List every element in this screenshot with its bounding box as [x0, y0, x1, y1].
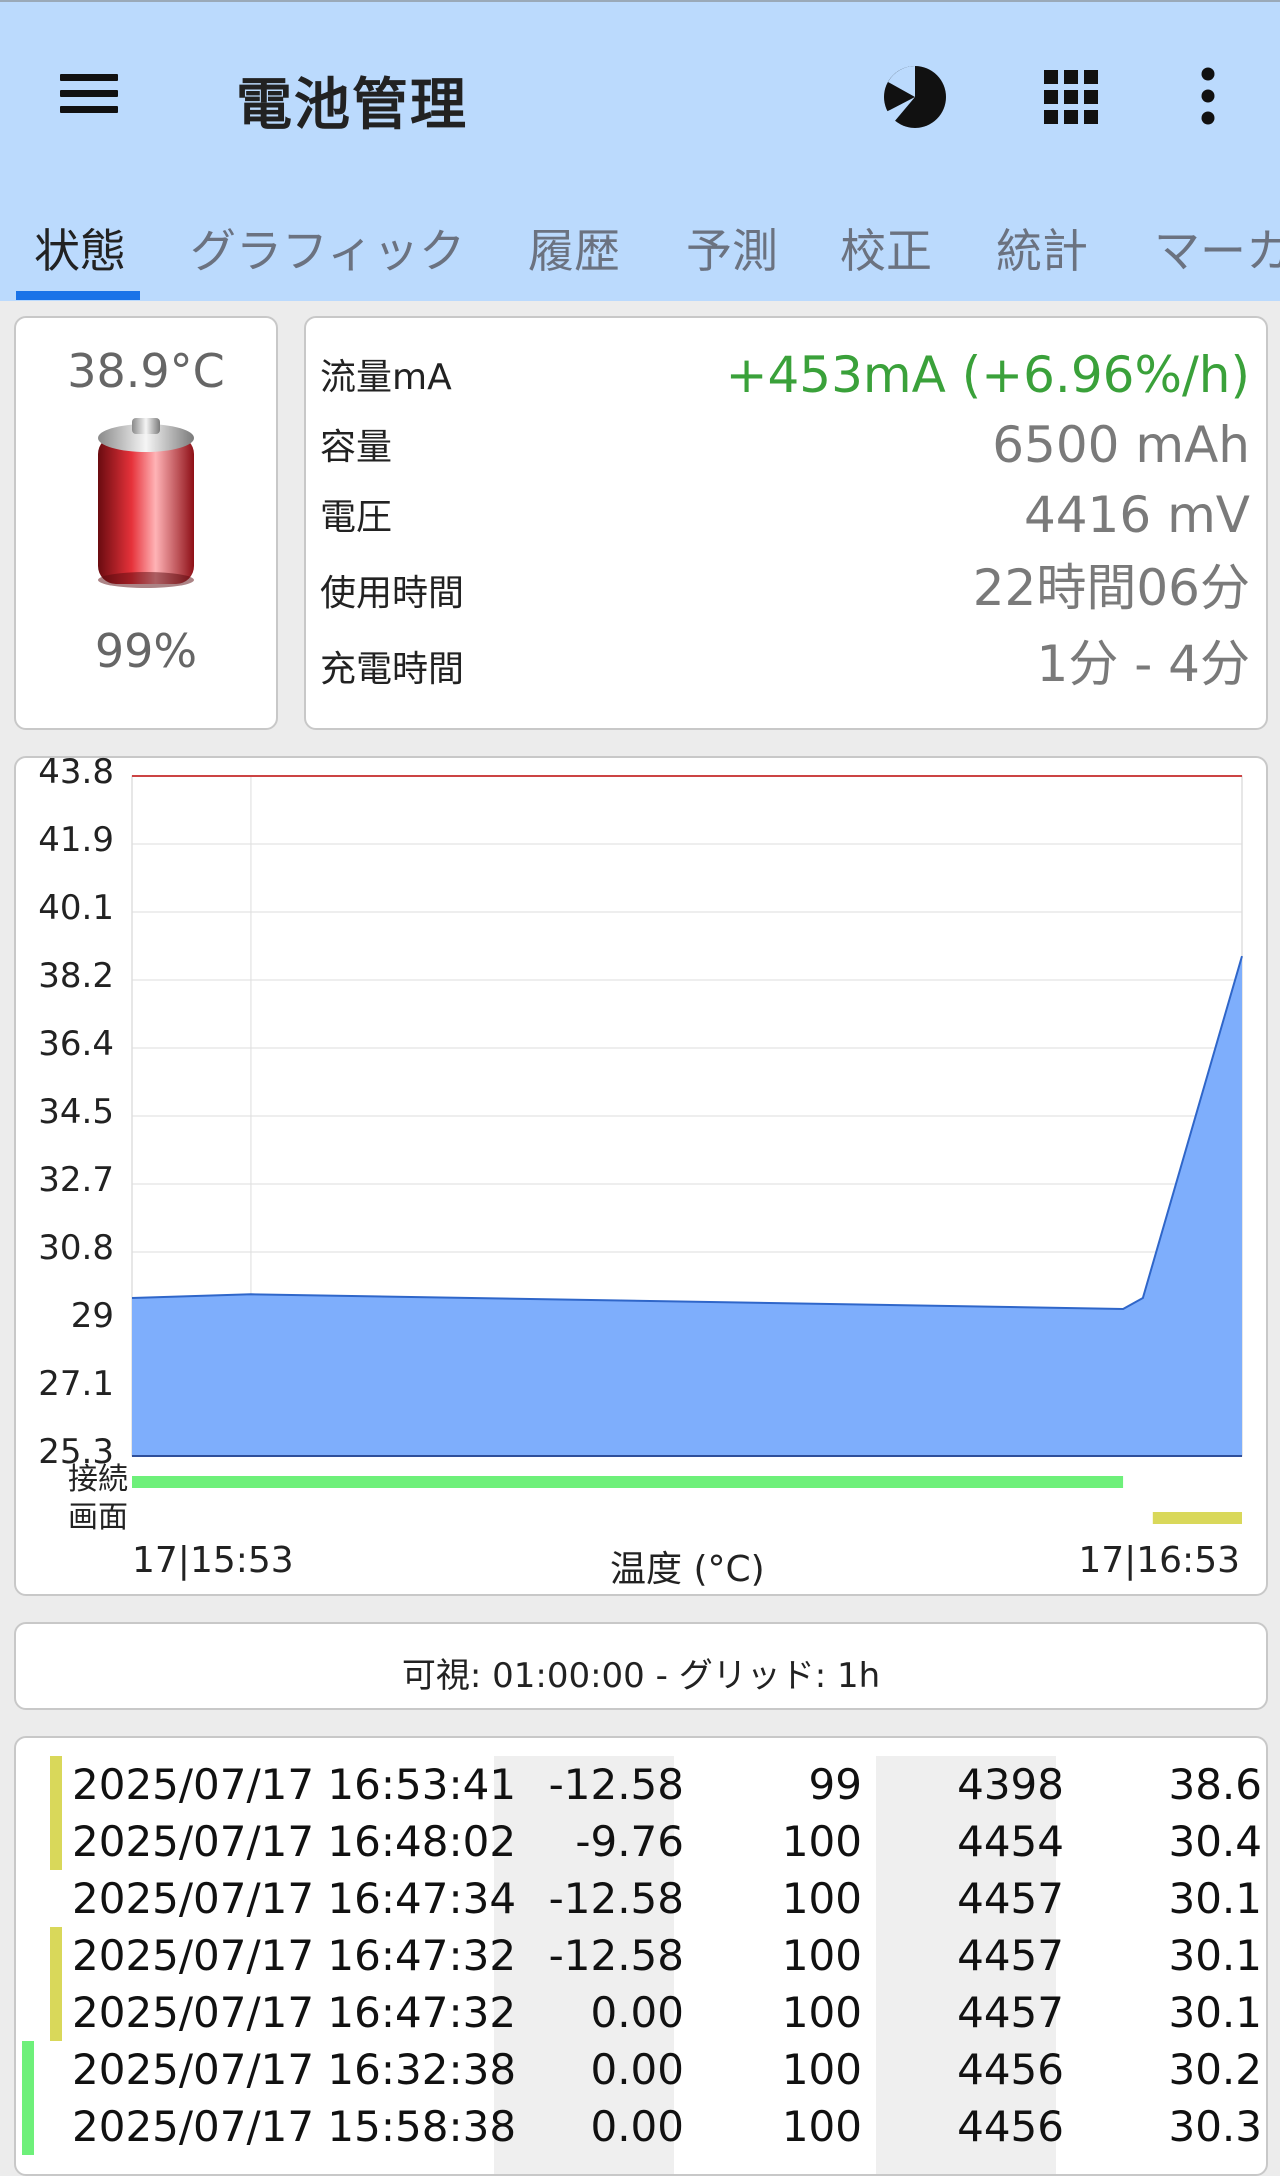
tab-bar: 状態 グラフィック 履歴 予測 校正 統計 マーカ [0, 183, 1280, 301]
log-voltage: 4456 [957, 2045, 1064, 2094]
log-temperature: 30.2 [1168, 2045, 1262, 2094]
log-datetime: 2025/07/17 15:58:38 [72, 2102, 517, 2151]
log-voltage: 4456 [957, 2102, 1064, 2151]
info-card: 流量mA +453mA (+6.96%/h) 容量 6500 mAh 電圧 44… [304, 316, 1268, 730]
log-datetime: 2025/07/17 16:32:38 [72, 2045, 517, 2094]
log-level: 99 [808, 1760, 862, 1809]
log-current: -12.58 [548, 1931, 684, 1980]
log-row-marker [50, 1756, 62, 1813]
log-datetime: 2025/07/17 16:48:02 [72, 1817, 517, 1866]
info-value: 1分 - 4分 [1036, 635, 1250, 693]
x-start-label: 17|15:53 [132, 1540, 294, 1581]
log-row[interactable]: 2025/07/17 15:58:38 0.00 100 4456 30.3 [16, 2098, 1266, 2155]
tab-prediction[interactable]: 予測 [686, 215, 778, 281]
log-row[interactable]: 2025/07/17 16:48:02 -9.76 100 4454 30.4 [16, 1813, 1266, 1870]
log-level: 100 [781, 1817, 862, 1866]
info-label: 電圧 [320, 497, 393, 538]
log-row-marker [22, 2041, 34, 2098]
log-row[interactable]: 2025/07/17 16:32:38 0.00 100 4456 30.2 [16, 2041, 1266, 2098]
menu-icon[interactable] [56, 68, 126, 120]
log-datetime: 2025/07/17 16:47:34 [72, 1874, 517, 1923]
log-datetime: 2025/07/17 16:47:32 [72, 1931, 517, 1980]
tab-graphic[interactable]: グラフィック [190, 215, 465, 281]
connected-track-bar [132, 1476, 1124, 1488]
info-label: 充電時間 [320, 649, 465, 690]
info-value: +453mA (+6.96%/h) [725, 346, 1250, 404]
tab-indicator [16, 291, 140, 300]
log-voltage: 4398 [957, 1760, 1064, 1809]
log-row-marker [50, 1870, 62, 1927]
log-row[interactable]: 2025/07/17 16:47:34 -12.58 100 4457 30.1 [16, 1870, 1266, 1927]
log-row-marker [22, 2098, 34, 2155]
log-datetime: 2025/07/17 16:53:41 [72, 1760, 517, 1809]
log-temperature: 30.3 [1168, 2102, 1262, 2151]
info-row-voltage: 電圧 4416 mV [320, 478, 1250, 548]
log-row-marker [50, 1984, 62, 2041]
battery-card[interactable]: 38.9°C 99% [14, 316, 278, 730]
log-temperature: 38.6 [1168, 1760, 1262, 1809]
info-label: 使用時間 [320, 573, 465, 614]
history-log-card: 2025/07/17 16:53:41 -12.58 99 4398 38.6 2025/… [14, 1736, 1268, 2176]
app-bar: 電池管理 [0, 0, 1280, 183]
tab-status[interactable]: 状態 [34, 215, 126, 281]
page-title: 電池管理 [236, 73, 468, 138]
battery-level: 99% [94, 624, 198, 678]
log-current: 0.00 [590, 1988, 684, 2037]
log-current: -12.58 [548, 1874, 684, 1923]
battery-icon [88, 414, 204, 594]
log-voltage: 4457 [957, 1988, 1064, 2037]
log-row-marker [50, 1927, 62, 1984]
log-current: 0.00 [590, 2045, 684, 2094]
info-row-current: 流量mA +453mA (+6.96%/h) [320, 338, 1250, 408]
more-vert-icon[interactable] [1196, 66, 1220, 130]
x-end-label: 17|16:53 [1078, 1540, 1240, 1581]
log-datetime: 2025/07/17 16:47:32 [72, 1988, 517, 2037]
log-row[interactable]: 2025/07/17 16:47:32 -12.58 100 4457 30.1 [16, 1927, 1266, 1984]
info-value: 6500 mAh [992, 416, 1250, 474]
log-level: 100 [781, 1931, 862, 1980]
log-current: -12.58 [548, 1760, 684, 1809]
log-voltage: 4457 [957, 1931, 1064, 1980]
tab-markers[interactable]: マーカ [1154, 215, 1280, 281]
visible-range-text: 可視: 01:00:00 - グリッド: 1h [401, 1656, 881, 1696]
chart-card[interactable]: 43.8 41.9 40.1 38.2 36.4 34.5 32.7 30.8 29 27.1 25… [14, 752, 1268, 1596]
info-value: 22時間06分 [972, 559, 1250, 617]
grid-apps-icon[interactable] [1042, 68, 1100, 130]
log-level: 100 [781, 2102, 862, 2151]
info-row-charge-time: 充電時間 1分 - 4分 [320, 630, 1250, 700]
track-label-screen: 画面 [68, 1500, 128, 1535]
pie-chart-icon[interactable] [880, 62, 950, 136]
info-row-capacity: 容量 6500 mAh [320, 408, 1250, 478]
log-temperature: 30.4 [1168, 1817, 1262, 1866]
log-row-marker [50, 1813, 62, 1870]
temperature-chart [131, 775, 1243, 1524]
tab-calibration[interactable]: 校正 [840, 215, 932, 281]
log-temperature: 30.1 [1168, 1874, 1262, 1923]
log-row[interactable]: 2025/07/17 16:53:41 -12.58 99 4398 38.6 [16, 1756, 1266, 1813]
log-voltage: 4457 [957, 1874, 1064, 1923]
log-level: 100 [781, 1874, 862, 1923]
log-row[interactable]: 2025/07/17 16:47:32 0.00 100 4457 30.1 [16, 1984, 1266, 2041]
info-value: 4416 mV [1023, 486, 1250, 544]
screen-track-bar [1152, 1512, 1242, 1524]
log-level: 100 [781, 1988, 862, 2037]
tab-history[interactable]: 履歴 [528, 215, 620, 281]
chart-title: 温度 (°C) [610, 1549, 765, 1590]
tab-statistics[interactable]: 統計 [996, 215, 1088, 281]
visible-range-card[interactable]: 可視: 01:00:00 - グリッド: 1h [14, 1622, 1268, 1710]
log-voltage: 4454 [957, 1817, 1064, 1866]
info-label: 容量 [320, 427, 393, 468]
log-temperature: 30.1 [1168, 1931, 1262, 1980]
log-current: 0.00 [590, 2102, 684, 2151]
battery-temperature: 38.9°C [67, 344, 225, 398]
log-level: 100 [781, 2045, 862, 2094]
info-row-usage-time: 使用時間 22時間06分 [320, 554, 1250, 624]
log-current: -9.76 [575, 1817, 684, 1866]
log-temperature: 30.1 [1168, 1988, 1262, 2037]
info-label: 流量mA [320, 357, 452, 398]
